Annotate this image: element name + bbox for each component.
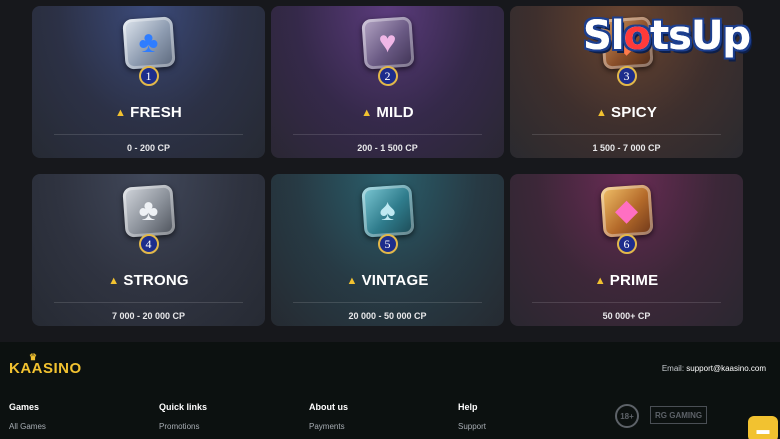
watermark-text-dot: o: [623, 13, 652, 59]
footer-link[interactable]: All Games: [9, 422, 46, 431]
tier-range: 7 000 - 20 000 CP: [111, 311, 186, 321]
divider: [532, 302, 721, 303]
diamond-icon: ◆: [614, 194, 639, 227]
tier-title: ▲ SPICY: [510, 104, 743, 121]
footer-column-help: Help Support: [458, 402, 486, 431]
logo-text: KAASINO: [9, 360, 82, 377]
tier-card-mild[interactable]: ♥ 2 ▲ MILD 200 - 1 500 CP: [271, 6, 504, 158]
footer-heading: Quick links: [159, 402, 208, 412]
tier-range: 50 000+ CP: [602, 311, 651, 321]
divider: [54, 134, 243, 135]
chat-bubble-icon: ▬: [756, 421, 770, 437]
tier-card-prime[interactable]: ◆ 6 ▲ PRIME 50 000+ CP: [510, 174, 743, 326]
tier-range: 0 - 200 CP: [126, 143, 171, 153]
footer-column-about-us: About us Payments: [309, 402, 348, 431]
chat-button[interactable]: ▬: [748, 416, 778, 439]
tier-name: MILD: [376, 104, 414, 121]
tier-title: ▲ PRIME: [510, 272, 743, 289]
tier-title: ▲ VINTAGE: [271, 272, 504, 289]
footer-link[interactable]: Support: [458, 422, 486, 431]
tier-badge: ♥ 2: [359, 16, 417, 86]
tier-range: 1 500 - 7 000 CP: [592, 143, 661, 153]
spade-icon: ♠: [379, 194, 396, 227]
cheese-icon: ▲: [346, 275, 358, 287]
footer-link[interactable]: Payments: [309, 422, 348, 431]
tier-title: ▲ STRONG: [32, 272, 265, 289]
watermark-text-b: tsUp: [650, 13, 751, 59]
tier-name: STRONG: [123, 272, 189, 289]
tier-name: PRIME: [609, 272, 659, 289]
watermark-text-a: Sl: [583, 13, 625, 59]
tier-title: ▲ MILD: [271, 104, 504, 121]
email-label: Email:: [661, 364, 685, 373]
clover-icon: ♣: [138, 26, 159, 59]
site-footer: ♛ KAASINO Email: support@kaasino.com Game…: [0, 342, 780, 439]
footer-heading: Games: [9, 402, 40, 412]
kaasino-logo[interactable]: ♛ KAASINO: [9, 352, 82, 377]
cheese-icon: ▲: [115, 107, 127, 119]
responsible-gaming-badge-icon: RG GAMING: [650, 406, 708, 424]
tier-card-vintage[interactable]: ♠ 5 ▲ VINTAGE 20 000 - 50 000 CP: [271, 174, 504, 326]
age-18-badge-icon: 18+: [615, 404, 639, 428]
tier-level-number: 4: [138, 234, 159, 254]
footer-heading: Help: [458, 402, 478, 412]
tier-title: ▲ FRESH: [32, 104, 265, 121]
tier-card-fresh[interactable]: ♣ 1 ▲ FRESH 0 - 200 CP: [32, 6, 265, 158]
crown-icon: ♛: [29, 352, 38, 362]
tier-level-number: 6: [616, 234, 637, 254]
club-icon: ♣: [138, 194, 159, 227]
tier-badge: ◆ 6: [598, 184, 656, 254]
tier-badge: ♠ 5: [359, 184, 417, 254]
footer-column-quick-links: Quick links Promotions: [159, 402, 207, 431]
tier-level-number: 2: [377, 66, 398, 86]
cheese-icon: ▲: [594, 275, 606, 287]
tier-range: 200 - 1 500 CP: [357, 143, 418, 153]
heart-icon: ♥: [378, 26, 397, 59]
cheese-icon: ▲: [595, 107, 608, 119]
tier-card-strong[interactable]: ♣ 4 ▲ STRONG 7 000 - 20 000 CP: [32, 174, 265, 326]
tier-level-number: 3: [616, 66, 637, 86]
tier-range: 20 000 - 50 000 CP: [348, 311, 427, 321]
tier-name: FRESH: [130, 104, 182, 121]
divider: [293, 134, 482, 135]
footer-heading: About us: [309, 402, 348, 412]
tier-level-number: 5: [377, 234, 398, 254]
divider: [54, 302, 243, 303]
email-link[interactable]: support@kaasino.com: [686, 364, 766, 373]
slotsup-watermark-logo: SlotsUp: [583, 10, 768, 62]
support-email: Email: support@kaasino.com: [662, 364, 766, 373]
cheese-icon: ▲: [108, 275, 120, 287]
footer-column-games: Games All Games: [9, 402, 46, 431]
divider: [532, 134, 721, 135]
tier-name: SPICY: [611, 104, 658, 121]
footer-link[interactable]: Promotions: [159, 422, 207, 431]
cheese-icon: ▲: [361, 107, 373, 119]
tier-name: VINTAGE: [361, 272, 429, 289]
tier-badge: ♣ 1: [120, 16, 178, 86]
divider: [293, 302, 482, 303]
tier-badge: ♣ 4: [120, 184, 178, 254]
tier-level-number: 1: [138, 66, 159, 86]
